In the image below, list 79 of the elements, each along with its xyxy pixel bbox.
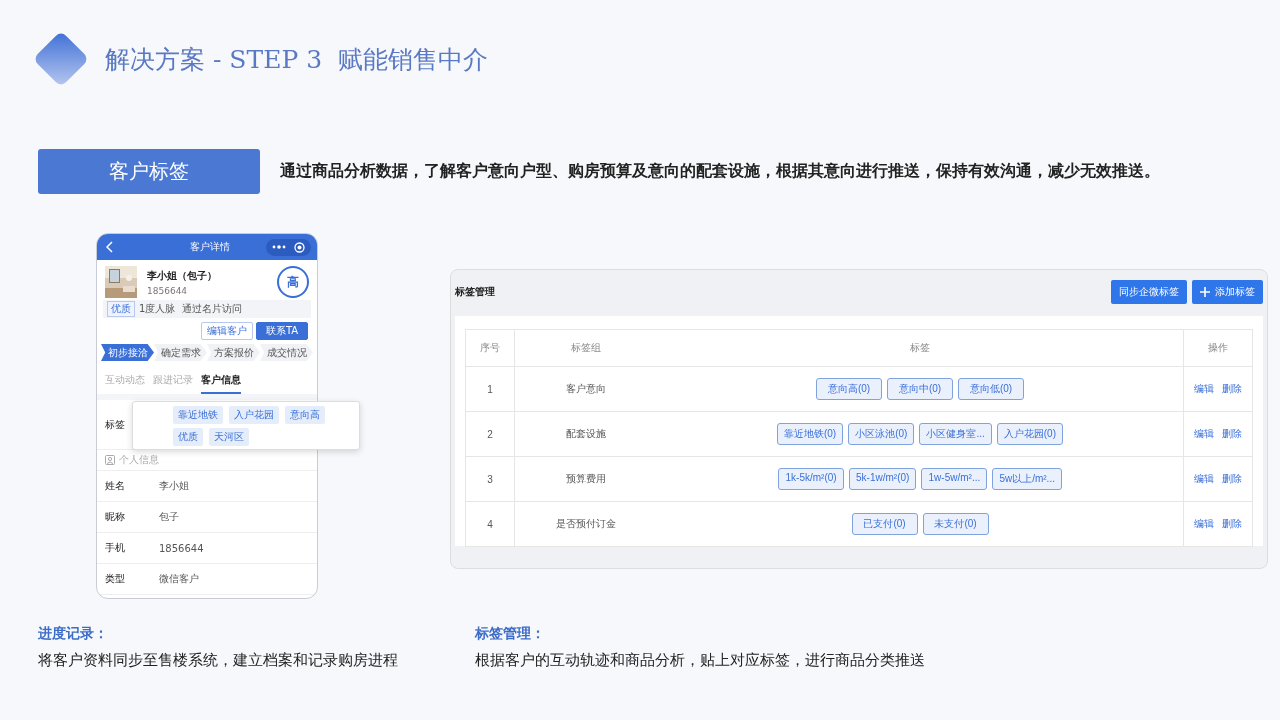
edit-button[interactable]: 编辑客户 bbox=[201, 322, 253, 340]
progress-step[interactable]: 确定需求 bbox=[154, 344, 207, 361]
tab[interactable]: 互动动态 bbox=[105, 373, 145, 394]
slide-title: 解决方案 - STEP 3 赋能销售中介 bbox=[105, 43, 488, 76]
tag-chip[interactable]: 小区泳池(0) bbox=[848, 423, 915, 445]
edit-link[interactable]: 编辑 bbox=[1194, 383, 1214, 394]
table-cell: 3 bbox=[487, 473, 493, 485]
tag-chip[interactable]: 靠近地铁 bbox=[173, 405, 223, 424]
field-label: 手机 bbox=[105, 541, 125, 555]
screen-title: 客户详情 bbox=[189, 240, 231, 254]
tag-chip[interactable]: 入户花园 bbox=[229, 405, 279, 424]
section-title: 个人信息 bbox=[119, 453, 159, 467]
table-cell: 配套设施 bbox=[566, 428, 606, 439]
table-cell: 客户意向 bbox=[566, 383, 606, 394]
more-icon[interactable] bbox=[272, 245, 286, 249]
table-cell: 预算费用 bbox=[566, 473, 606, 484]
delete-link[interactable]: 删除 bbox=[1222, 518, 1242, 529]
tag-chip[interactable]: 未支付(0) bbox=[922, 513, 989, 535]
tag-chip[interactable]: 优质 bbox=[173, 427, 203, 446]
caption-title: 标签管理： bbox=[475, 625, 545, 643]
tag-chip[interactable]: 5w以上/m²... bbox=[992, 468, 1062, 490]
add-tag-button[interactable]: 添加标签 bbox=[1192, 280, 1263, 304]
capsule-menu[interactable] bbox=[266, 238, 311, 256]
edit-link[interactable]: 编辑 bbox=[1194, 518, 1214, 529]
back-icon[interactable] bbox=[106, 241, 114, 253]
field-value: 包子 bbox=[159, 510, 179, 524]
column-header: 序号 bbox=[480, 342, 500, 353]
progress-step[interactable]: 方案报价 bbox=[207, 344, 260, 361]
table-cell: 2 bbox=[487, 428, 493, 440]
caption-text: 根据客户的互动轨迹和商品分析，贴上对应标签，进行商品分类推送 bbox=[475, 651, 925, 670]
customer-name: 李小姐（包子） bbox=[147, 268, 218, 283]
tag-chip[interactable]: 已支付(0) bbox=[851, 513, 918, 535]
feature-label: 客户标签 bbox=[38, 149, 260, 194]
table-cell: 1 bbox=[487, 383, 493, 395]
quality-badge: 优质 bbox=[107, 301, 135, 317]
progress-step[interactable]: 成交情况 bbox=[260, 344, 313, 361]
column-header: 操作 bbox=[1208, 342, 1228, 353]
delete-link[interactable]: 删除 bbox=[1222, 383, 1242, 394]
caption-text: 将客户资料同步至售楼系统，建立档案和记录购房进程 bbox=[38, 651, 398, 670]
contact-button[interactable]: 联系TA bbox=[256, 322, 308, 340]
tag-chip[interactable]: 意向高 bbox=[285, 405, 325, 424]
column-header: 标签 bbox=[910, 342, 930, 353]
target-icon[interactable] bbox=[294, 241, 305, 253]
tag-chip[interactable]: 意向高(0) bbox=[816, 378, 882, 400]
tag-chip[interactable]: 天河区 bbox=[209, 427, 249, 446]
field-value: 1856644 bbox=[159, 542, 204, 554]
progress-step[interactable]: 初步接洽 bbox=[101, 344, 154, 361]
tab[interactable]: 跟进记录 bbox=[153, 373, 193, 394]
person-icon bbox=[105, 455, 115, 465]
caption-title: 进度记录： bbox=[38, 625, 108, 643]
tag-chip[interactable]: 5k-1w/m²(0) bbox=[849, 468, 917, 490]
feature-description: 通过商品分析数据，了解客户意向户型、购房预算及意向的配套设施，根据其意向进行推送，保持有效沟通，减少无效推送。 bbox=[280, 161, 1160, 182]
tag-chip[interactable]: 入户花园(0) bbox=[996, 423, 1063, 445]
column-header: 标签组 bbox=[571, 342, 601, 353]
intent-level: 高 bbox=[287, 276, 299, 288]
tag-chip[interactable]: 靠近地铁(0) bbox=[776, 423, 844, 445]
delete-link[interactable]: 删除 bbox=[1222, 473, 1242, 484]
field-label: 昵称 bbox=[105, 510, 125, 524]
field-label: 类型 bbox=[105, 572, 125, 586]
sync-tags-button[interactable]: 同步企微标签 bbox=[1111, 280, 1187, 304]
table-cell: 是否预付订金 bbox=[556, 518, 616, 529]
tab[interactable]: 客户信息 bbox=[201, 373, 241, 394]
panel-title: 标签管理 bbox=[455, 285, 495, 299]
source-text: 1度人脉 通过名片访问 bbox=[139, 302, 242, 316]
field-value: 微信客户 bbox=[159, 572, 199, 586]
field-value: 李小姐 bbox=[159, 479, 189, 493]
field-label: 标签 bbox=[105, 417, 125, 432]
delete-link[interactable]: 删除 bbox=[1222, 428, 1242, 439]
edit-link[interactable]: 编辑 bbox=[1194, 473, 1214, 484]
customer-phone: 1856644 bbox=[147, 285, 189, 296]
tag-chip[interactable]: 1w-5w/m²... bbox=[921, 468, 988, 490]
tag-chip[interactable]: 小区健身室... bbox=[919, 423, 992, 445]
table-cell: 4 bbox=[487, 518, 493, 530]
tag-chip[interactable]: 1k-5k/m²(0) bbox=[778, 468, 845, 490]
tag-chip[interactable]: 意向低(0) bbox=[958, 378, 1024, 400]
tag-chip[interactable]: 意向中(0) bbox=[887, 378, 953, 400]
plus-icon bbox=[1200, 287, 1210, 297]
field-label: 姓名 bbox=[105, 479, 125, 493]
edit-link[interactable]: 编辑 bbox=[1194, 428, 1214, 439]
